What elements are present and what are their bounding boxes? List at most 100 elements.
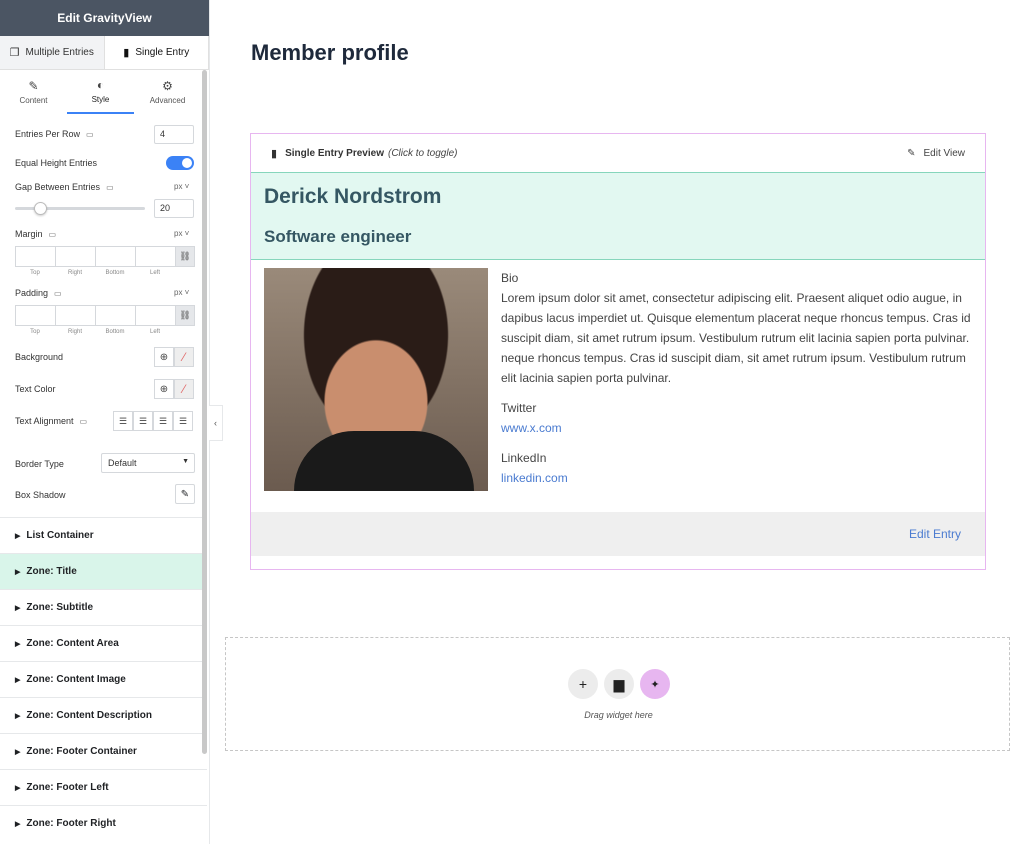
padding-top-input[interactable]: [15, 305, 55, 326]
copy-icon: ❐: [9, 47, 20, 59]
document-icon: ▮: [271, 147, 278, 160]
monitor-icon: ▭: [54, 288, 62, 298]
tab-label: Content: [19, 96, 48, 105]
gap-input[interactable]: 20: [154, 199, 194, 218]
alignment-buttons: ☰ ☰ ☰ ☰: [113, 411, 193, 431]
caret-right-icon: ▶: [15, 640, 21, 648]
background-controls: ⊕ ⁄: [154, 347, 194, 367]
padding-left-input[interactable]: [135, 305, 175, 326]
caret-right-icon: ▶: [15, 820, 21, 828]
widget-buttons: + ▆ ✦: [568, 669, 670, 699]
view-tabs: ❐ Multiple Entries ▮ Single Entry: [0, 36, 209, 70]
globe-icon[interactable]: ⊕: [154, 379, 174, 399]
gap-slider-handle[interactable]: [34, 202, 47, 215]
plus-icon: +: [578, 676, 588, 692]
single-entry-preview: ▮ Single Entry Preview (Click to toggle)…: [250, 133, 986, 570]
border-type-label: Border Type: [15, 459, 64, 469]
chevron-down-icon: ▼: [182, 458, 189, 465]
edit-view-link[interactable]: ✎ Edit View: [907, 148, 965, 159]
preview-toggle-bar[interactable]: ▮ Single Entry Preview (Click to toggle)…: [251, 134, 985, 172]
caret-right-icon: ▶: [15, 676, 21, 684]
entries-per-row-label: Entries Per Row ▭: [15, 129, 94, 139]
section-zone-content-image[interactable]: ▶ Zone: Content Image: [0, 661, 207, 697]
align-left-icon[interactable]: ☰: [113, 411, 133, 431]
section-list-container[interactable]: ▶ List Container: [0, 517, 207, 553]
tab-label: Advanced: [149, 96, 186, 105]
link-icon[interactable]: ⛓: [175, 246, 195, 267]
tab-multiple-entries[interactable]: ❐ Multiple Entries: [0, 36, 105, 69]
zone-title[interactable]: Derick Nordstrom Software engineer: [251, 172, 985, 260]
section-zone-footer-container[interactable]: ▶ Zone: Footer Container: [0, 733, 207, 769]
twitter-label: Twitter: [501, 401, 537, 415]
margin-dim-labels: Top Right Bottom Left: [30, 270, 160, 276]
no-color-icon[interactable]: ⁄: [174, 379, 194, 399]
style-sections: ▶ List Container ▶ Zone: Title ▶ Zone: Subt…: [0, 517, 207, 841]
margin-unit-select[interactable]: px ˅: [174, 229, 189, 238]
margin-right-input[interactable]: [55, 246, 95, 267]
zone-content-area[interactable]: Bio Lorem ipsum dolor sit amet, consecte…: [251, 260, 985, 512]
ai-button[interactable]: ✦: [640, 669, 670, 699]
margin-bottom-input[interactable]: [95, 246, 135, 267]
entries-per-row-input[interactable]: 4: [154, 125, 194, 144]
section-zone-content-description[interactable]: ▶ Zone: Content Description: [0, 697, 207, 733]
align-center-icon[interactable]: ☰: [133, 411, 153, 431]
template-library-button[interactable]: ▆: [604, 669, 634, 699]
margin-left-input[interactable]: [135, 246, 175, 267]
border-type-select[interactable]: Default ▼: [101, 453, 195, 473]
page-title: Member profile: [251, 40, 409, 65]
tab-label: Multiple Entries: [25, 47, 94, 58]
section-zone-content-area[interactable]: ▶ Zone: Content Area: [0, 625, 207, 661]
twitter-link[interactable]: www.x.com: [501, 418, 976, 438]
background-label: Background: [15, 352, 64, 362]
align-right-icon[interactable]: ☰: [153, 411, 173, 431]
widget-drop-zone[interactable]: + ▆ ✦ Drag widget here: [225, 637, 1010, 751]
caret-right-icon: ▶: [15, 748, 21, 756]
caret-right-icon: ▶: [15, 532, 21, 540]
section-zone-subtitle[interactable]: ▶ Zone: Subtitle: [0, 589, 207, 625]
margin-top-input[interactable]: [15, 246, 55, 267]
section-zone-footer-left[interactable]: ▶ Zone: Footer Left: [0, 769, 207, 805]
equal-height-toggle[interactable]: [166, 156, 194, 170]
padding-unit-select[interactable]: px ˅: [174, 288, 189, 297]
sidebar-title: Edit GravityView: [57, 11, 152, 25]
editor-sidebar: Edit GravityView ❐ Multiple Entries ▮ Si…: [0, 0, 210, 844]
padding-right-input[interactable]: [55, 305, 95, 326]
entry-job-title: Software engineer: [264, 227, 412, 246]
monitor-icon: ▭: [48, 229, 57, 239]
gap-slider[interactable]: [15, 202, 145, 215]
align-justify-icon[interactable]: ☰: [173, 411, 193, 431]
pencil-icon: ✎: [180, 488, 190, 500]
zone-content-description: Bio Lorem ipsum dolor sit amet, consecte…: [501, 268, 976, 488]
edit-entry-link[interactable]: Edit Entry: [909, 527, 961, 541]
caret-right-icon: ▶: [15, 784, 21, 792]
section-zone-footer-right[interactable]: ▶ Zone: Footer Right: [0, 805, 207, 841]
margin-inputs: ⛓: [15, 246, 195, 267]
linkedin-link[interactable]: linkedin.com: [501, 468, 976, 488]
box-shadow-edit-button[interactable]: ✎: [175, 484, 195, 504]
tab-content[interactable]: ✎ Content: [0, 70, 67, 114]
no-color-icon[interactable]: ⁄: [174, 347, 194, 367]
photo-shirt: [294, 431, 474, 491]
settings-tabs: ✎ Content ◐ Style ⚙ Advanced: [0, 70, 201, 114]
section-zone-title[interactable]: ▶ Zone: Title: [0, 553, 207, 589]
tab-single-entry[interactable]: ▮ Single Entry: [104, 36, 209, 69]
linkedin-label: LinkedIn: [501, 451, 547, 465]
zone-footer-container: Edit Entry: [251, 512, 985, 556]
link-icon[interactable]: ⛓: [175, 305, 195, 326]
globe-icon[interactable]: ⊕: [154, 347, 174, 367]
padding-bottom-input[interactable]: [95, 305, 135, 326]
profile-photo: [264, 268, 488, 491]
gap-unit-select[interactable]: px ˅: [174, 182, 189, 191]
padding-inputs: ⛓: [15, 305, 195, 326]
preview-hint: (Click to toggle): [388, 147, 458, 159]
tab-advanced[interactable]: ⚙ Advanced: [134, 70, 201, 114]
gear-icon: ⚙: [162, 79, 173, 93]
monitor-icon: ▭: [86, 129, 94, 139]
sidebar-scrollbar[interactable]: [202, 70, 207, 754]
add-widget-button[interactable]: +: [568, 669, 598, 699]
document-icon: ▮: [123, 47, 130, 59]
bio-label: Bio: [501, 271, 519, 285]
tab-style[interactable]: ◐ Style: [67, 70, 134, 114]
